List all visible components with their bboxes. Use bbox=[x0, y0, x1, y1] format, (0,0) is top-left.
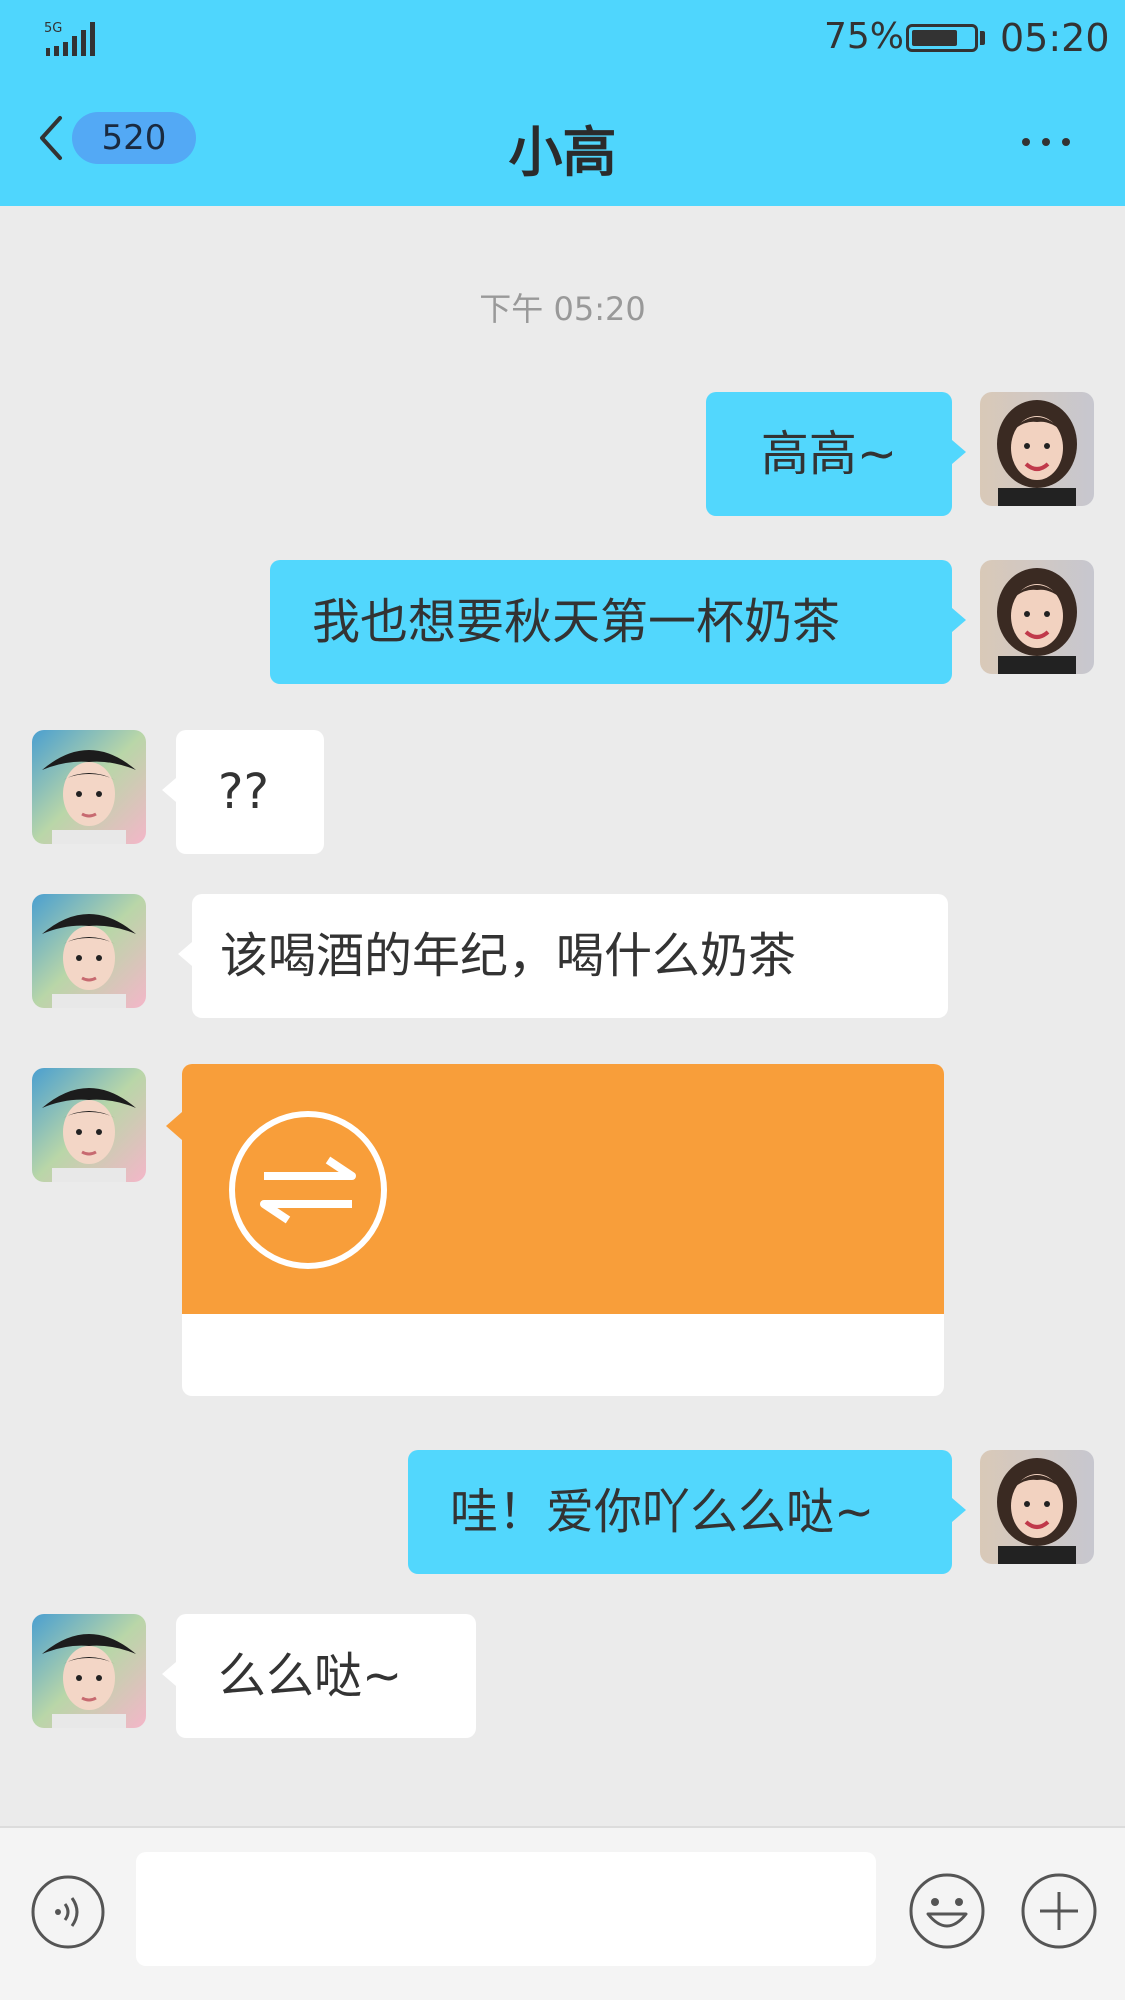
battery-tip bbox=[980, 31, 985, 45]
friend-avatar[interactable] bbox=[32, 1614, 146, 1728]
more-dots-icon bbox=[1062, 138, 1070, 146]
transfer-arrows-icon bbox=[229, 1111, 387, 1269]
plus-icon[interactable] bbox=[1020, 1872, 1098, 1950]
status-time: 05:20 bbox=[1000, 16, 1110, 60]
more-dots-icon bbox=[1022, 138, 1030, 146]
status-bar: 5G 75% 05:20 bbox=[0, 0, 1125, 80]
input-bar bbox=[0, 1826, 1125, 2000]
network-label: 5G bbox=[44, 21, 62, 36]
battery-level-fill bbox=[912, 30, 957, 46]
my-avatar[interactable] bbox=[980, 392, 1094, 506]
battery-percent: 75% bbox=[824, 16, 905, 57]
chat-title: 小高 bbox=[508, 121, 617, 184]
my-avatar[interactable] bbox=[980, 560, 1094, 674]
my-avatar[interactable] bbox=[980, 1450, 1094, 1564]
transfer-card-header bbox=[182, 1064, 944, 1314]
transfer-card[interactable] bbox=[182, 1064, 944, 1396]
message-input[interactable] bbox=[136, 1852, 876, 1966]
top-bar: 5G 75% 05:20 520 小高 bbox=[0, 0, 1125, 206]
outgoing-message[interactable]: 哇！爱你吖么么哒~ bbox=[408, 1450, 966, 1574]
nav-bar: 520 小高 bbox=[0, 80, 1125, 206]
friend-avatar[interactable] bbox=[32, 1068, 146, 1182]
friend-avatar[interactable] bbox=[32, 894, 146, 1008]
message-timestamp: 下午 05:20 bbox=[479, 290, 646, 328]
emoji-smile-icon[interactable] bbox=[908, 1872, 986, 1950]
outgoing-message[interactable]: 高高~ bbox=[706, 392, 966, 516]
outgoing-message[interactable]: 我也想要秋天第一杯奶茶 bbox=[270, 560, 966, 684]
incoming-message[interactable]: 该喝酒的年纪，喝什么奶茶 bbox=[178, 894, 948, 1018]
friend-avatar[interactable] bbox=[32, 730, 146, 844]
incoming-message[interactable]: 么么哒~ bbox=[162, 1614, 476, 1738]
more-button[interactable] bbox=[1016, 130, 1076, 154]
more-dots-icon bbox=[1042, 138, 1050, 146]
voice-icon[interactable] bbox=[30, 1874, 106, 1950]
incoming-message[interactable]: ?? bbox=[162, 730, 324, 854]
chat-area[interactable]: 下午 05:20 高高~ 我也想要秋天第一杯奶茶 ?? 该喝酒的年纪，喝什么奶茶… bbox=[0, 206, 1125, 1826]
transfer-card-tail bbox=[166, 1112, 182, 1140]
signal-icon: 5G bbox=[44, 21, 95, 56]
battery-icon bbox=[906, 24, 978, 52]
